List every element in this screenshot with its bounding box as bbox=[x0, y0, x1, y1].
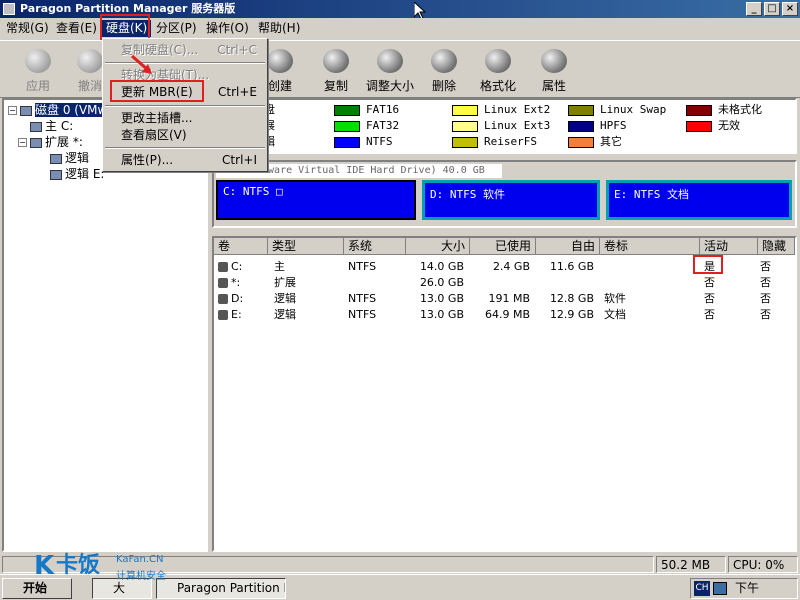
legend-unformatted: 未格式化 bbox=[686, 103, 762, 117]
properties-button[interactable]: 属性 bbox=[526, 45, 582, 97]
legend-ntfs: NTFS bbox=[334, 135, 393, 149]
menu-operation[interactable]: 操作(O) bbox=[202, 20, 253, 37]
drive-icon bbox=[218, 278, 228, 288]
col-hidden[interactable]: 隐藏 bbox=[758, 238, 795, 255]
collapse-icon[interactable]: − bbox=[8, 106, 17, 115]
partition-table: 卷 类型 系统 大小 已使用 自由 卷标 活动 隐藏 C: 主 NTFS 14.… bbox=[212, 236, 797, 552]
menu-separator bbox=[105, 62, 265, 64]
format-icon bbox=[485, 49, 511, 73]
disk-icon bbox=[20, 105, 32, 116]
resize-icon bbox=[377, 49, 403, 73]
legend-invalid: 无效 bbox=[686, 119, 740, 133]
col-used[interactable]: 已使用 bbox=[470, 238, 536, 255]
col-volume[interactable]: 卷 bbox=[214, 238, 268, 255]
menu-update-mbr[interactable]: 更新 MBR(E) Ctrl+E bbox=[105, 83, 265, 101]
col-filesystem[interactable]: 系统 bbox=[344, 238, 406, 255]
partition-icon bbox=[30, 121, 42, 132]
col-active[interactable]: 活动 bbox=[700, 238, 758, 255]
menu-copy-disk[interactable]: 复制硬盘(C)... Ctrl+C bbox=[105, 41, 265, 59]
disk-menu-dropdown: 复制硬盘(C)... Ctrl+C 转换为基础(T)... 更新 MBR(E) Ct… bbox=[102, 38, 268, 172]
minimize-button[interactable]: _ bbox=[746, 2, 762, 16]
partition-icon bbox=[50, 153, 62, 164]
copy-button[interactable]: 复制 bbox=[308, 45, 364, 97]
menu-view-sectors[interactable]: 查看扇区(V) bbox=[105, 126, 265, 144]
menu-separator bbox=[105, 147, 265, 149]
col-label[interactable]: 卷标 bbox=[600, 238, 700, 255]
collapse-icon[interactable]: − bbox=[18, 138, 27, 147]
active-value: 是 bbox=[704, 260, 715, 273]
format-button[interactable]: 格式化 bbox=[470, 45, 526, 97]
table-row[interactable]: D: 逻辑 NTFS 13.0 GB 191 MB 12.8 GB 软件 否 否 bbox=[214, 291, 795, 307]
menu-separator bbox=[105, 105, 265, 107]
copy-icon bbox=[323, 49, 349, 73]
resize-button[interactable]: 调整大小 bbox=[362, 45, 418, 97]
app-icon bbox=[3, 3, 15, 15]
menu-general[interactable]: 常规(G) bbox=[2, 20, 53, 37]
monitor-icon[interactable] bbox=[713, 582, 727, 595]
apply-icon bbox=[25, 49, 51, 73]
disk-map: VMware Virtual IDE Hard Drive) 40.0 GB C… bbox=[212, 160, 797, 228]
menu-help[interactable]: 帮助(H) bbox=[254, 20, 304, 37]
menu-partition[interactable]: 分区(P) bbox=[152, 20, 201, 37]
status-memory: 50.2 MB bbox=[656, 556, 726, 573]
taskbar: 开始 大 Paragon Partition Manag... CH 下午 13… bbox=[0, 574, 800, 600]
menu-properties[interactable]: 属性(P)... Ctrl+I bbox=[105, 151, 265, 169]
menu-change-primary-slot[interactable]: 更改主插槽... bbox=[105, 109, 265, 127]
partition-icon bbox=[30, 137, 42, 148]
title-bar: Paragon Partition Manager 服务器版 _ □ × bbox=[0, 0, 800, 18]
table-row[interactable]: C: 主 NTFS 14.0 GB 2.4 GB 11.6 GB 是 否 bbox=[214, 259, 795, 275]
task-button-1[interactable]: 大 bbox=[92, 578, 152, 599]
partition-icon bbox=[50, 169, 62, 180]
legend-reiserfs: ReiserFS bbox=[452, 135, 537, 149]
tree-partition-c[interactable]: 主 C: bbox=[30, 118, 73, 134]
legend-fat16: FAT16 bbox=[334, 103, 399, 117]
maximize-button[interactable]: □ bbox=[764, 2, 780, 16]
task-button-paragon[interactable]: Paragon Partition Manag... bbox=[156, 578, 286, 599]
legend-linux-swap: Linux Swap bbox=[568, 103, 666, 117]
drive-icon bbox=[218, 262, 228, 272]
tree-extended[interactable]: − 扩展 *: bbox=[18, 134, 83, 150]
menu-view[interactable]: 查看(E) bbox=[52, 20, 101, 37]
tree-logical-e[interactable]: 逻辑 E: bbox=[50, 166, 104, 182]
partition-block-c[interactable]: C: NTFS □ bbox=[216, 180, 416, 220]
drive-icon bbox=[218, 310, 228, 320]
create-icon bbox=[267, 49, 293, 73]
partition-block-e[interactable]: E: NTFS 文档 bbox=[606, 180, 792, 220]
col-free[interactable]: 自由 bbox=[536, 238, 600, 255]
tree-logical-d[interactable]: 逻辑 bbox=[50, 150, 89, 166]
system-tray: CH 下午 13:09 bbox=[690, 578, 798, 599]
tree-disk-0[interactable]: − 磁盘 0 (VMw bbox=[8, 102, 108, 118]
legend-ext3: Linux Ext3 bbox=[452, 119, 550, 133]
table-row[interactable]: *: 扩展 26.0 GB 否 否 bbox=[214, 275, 795, 291]
status-cpu: CPU: 0% bbox=[728, 556, 798, 573]
filesystem-legend: 盘 展 辑 FAT16 FAT32 NTFS Linux Ext2 Linux … bbox=[212, 98, 797, 154]
ime-indicator[interactable]: CH bbox=[694, 581, 710, 596]
close-button[interactable]: × bbox=[782, 2, 798, 16]
status-message bbox=[2, 556, 654, 573]
legend-other: 其它 bbox=[568, 135, 622, 149]
col-size[interactable]: 大小 bbox=[406, 238, 470, 255]
drive-icon bbox=[218, 294, 228, 304]
status-bar: 50.2 MB CPU: 0% bbox=[0, 554, 800, 574]
properties-icon bbox=[541, 49, 567, 73]
menu-bar: 常规(G) 查看(E) 硬盘(K) 分区(P) 操作(O) 帮助(H) bbox=[0, 18, 800, 38]
delete-icon bbox=[431, 49, 457, 73]
col-type[interactable]: 类型 bbox=[268, 238, 344, 255]
clock[interactable]: 下午 13:09 bbox=[735, 579, 797, 600]
window-title: Paragon Partition Manager 服务器版 bbox=[20, 2, 236, 15]
menu-convert-basic[interactable]: 转换为基础(T)... bbox=[105, 66, 265, 84]
table-row[interactable]: E: 逻辑 NTFS 13.0 GB 64.9 MB 12.9 GB 文档 否 … bbox=[214, 307, 795, 323]
delete-button[interactable]: 删除 bbox=[416, 45, 472, 97]
legend-hpfs: HPFS bbox=[568, 119, 627, 133]
apply-button[interactable]: 应用 bbox=[10, 45, 66, 97]
start-button[interactable]: 开始 bbox=[2, 578, 72, 599]
partition-block-d[interactable]: D: NTFS 软件 bbox=[422, 180, 600, 220]
legend-ext2: Linux Ext2 bbox=[452, 103, 550, 117]
legend-fat32: FAT32 bbox=[334, 119, 399, 133]
undo-icon bbox=[77, 49, 103, 73]
menu-disk[interactable]: 硬盘(K) bbox=[102, 20, 152, 37]
